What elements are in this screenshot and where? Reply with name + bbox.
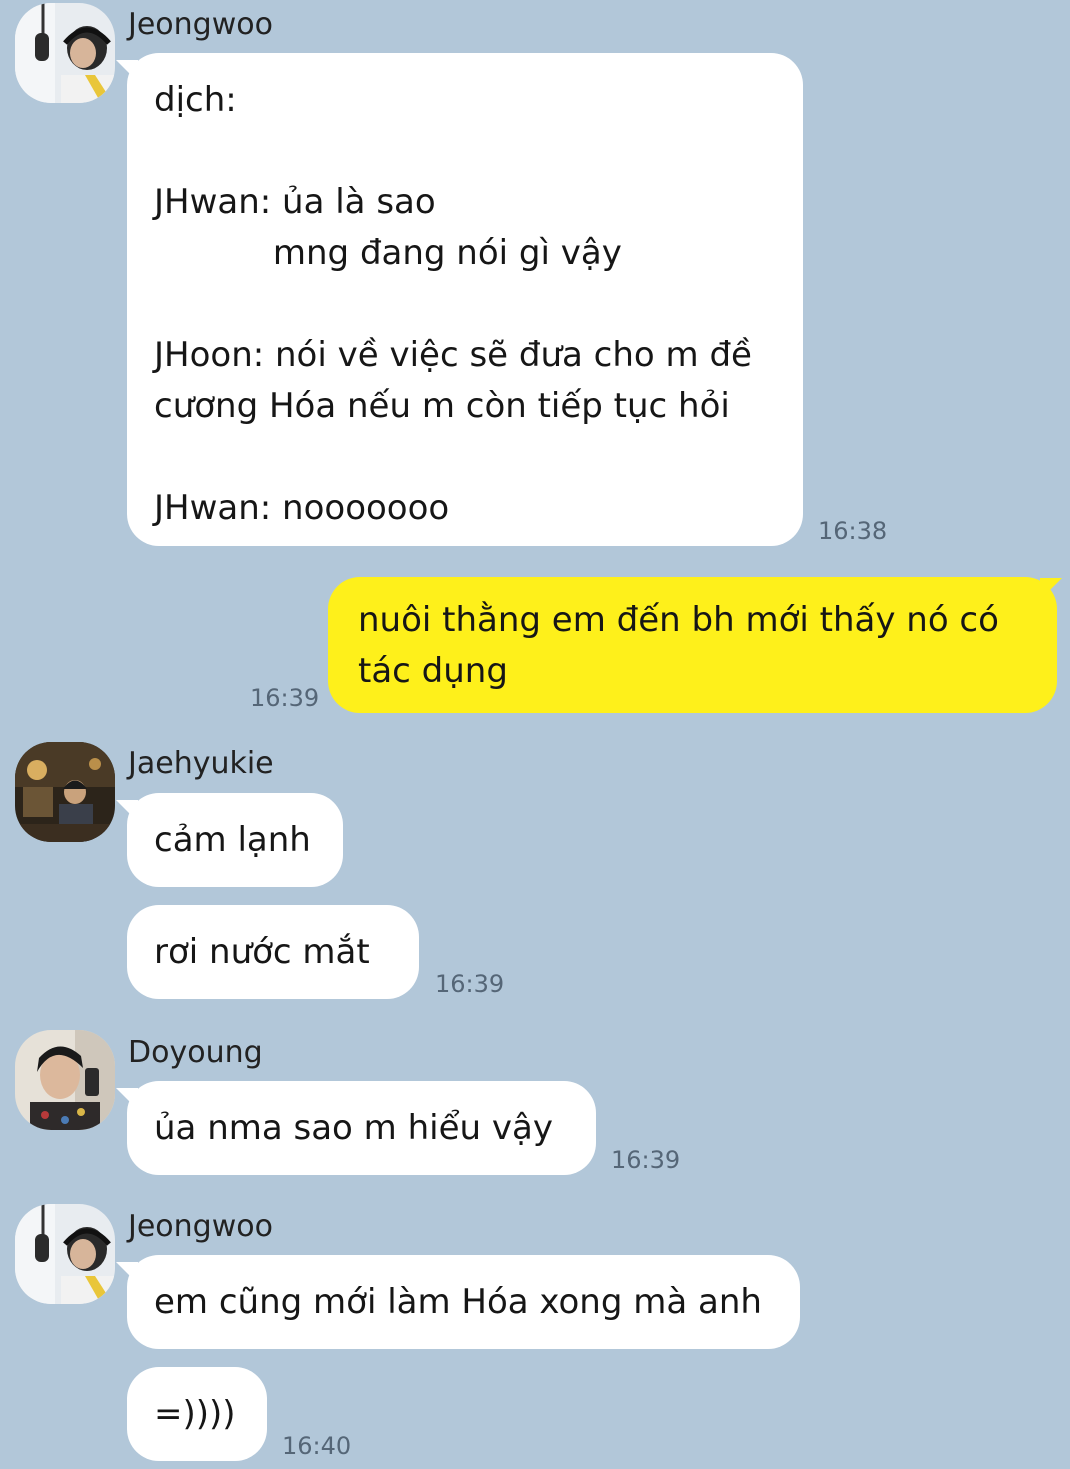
person-with-headphones-avatar-icon <box>15 3 115 103</box>
person-at-desk-avatar-icon <box>15 742 115 842</box>
message-bubble[interactable]: em cũng mới làm Hóa xong mà anh <box>127 1255 800 1349</box>
sender-name: Jeongwoo <box>128 7 273 42</box>
message-timestamp: 16:39 <box>250 684 320 712</box>
person-with-headphones-avatar-icon <box>15 1204 115 1304</box>
avatar-doyoung[interactable] <box>15 1030 115 1130</box>
sender-name: Jeongwoo <box>128 1209 273 1244</box>
message-timestamp: 16:38 <box>818 517 888 545</box>
message-timestamp: 16:39 <box>611 1146 681 1174</box>
bubble-tail <box>1040 578 1062 600</box>
message-timestamp: 16:40 <box>282 1432 352 1460</box>
message-bubble[interactable]: ủa nma sao m hiểu vậy <box>127 1081 596 1175</box>
message-bubble[interactable]: cảm lạnh <box>127 793 343 887</box>
sender-name: Doyoung <box>128 1035 263 1070</box>
message-timestamp: 16:39 <box>435 970 505 998</box>
message-bubble[interactable]: rơi nước mắt <box>127 905 419 999</box>
sender-name: Jaehyukie <box>128 746 274 781</box>
avatar-jeongwoo[interactable] <box>15 1204 115 1304</box>
avatar-jaehyukie[interactable] <box>15 742 115 842</box>
message-bubble[interactable]: dịch: JHwan: ủa là sao mng đang nói gì v… <box>127 53 803 546</box>
avatar-jeongwoo[interactable] <box>15 3 115 103</box>
outgoing-message-bubble[interactable]: nuôi thằng em đến bh mới thấy nó có tác … <box>328 577 1057 713</box>
message-bubble[interactable]: =)))) <box>127 1367 267 1461</box>
mirror-selfie-avatar-icon <box>15 1030 115 1130</box>
